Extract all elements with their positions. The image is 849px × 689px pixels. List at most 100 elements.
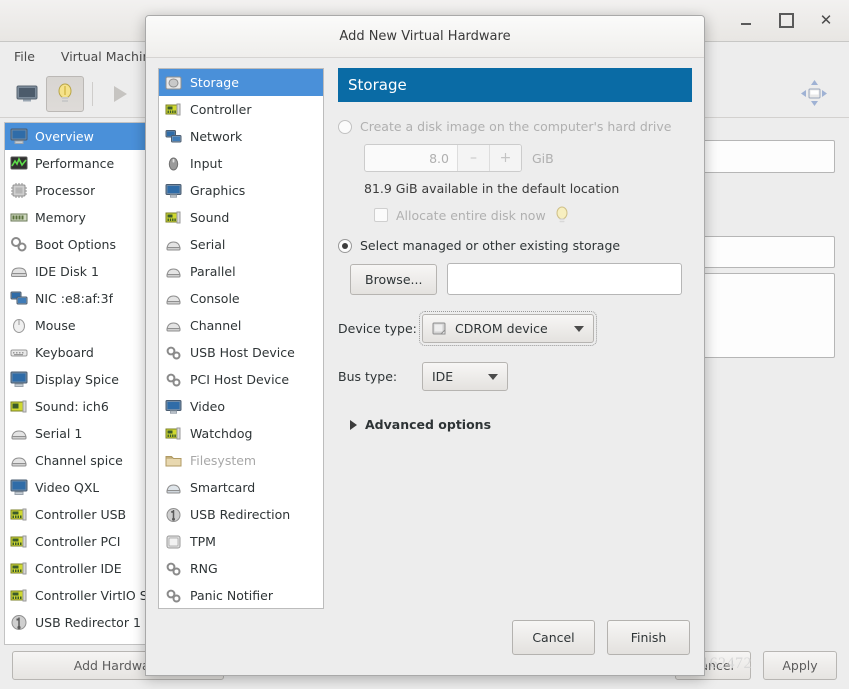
create-disk-image-option[interactable]: Create a disk image on the computer's ha… [338,119,692,134]
disk-size-decrement-button[interactable]: – [457,145,489,171]
advanced-options-label: Advanced options [365,417,492,432]
device-item-sound[interactable]: Sound [159,204,323,231]
allocate-entire-disk-option[interactable]: Allocate entire disk now [374,206,692,224]
hardware-item-channel-spice[interactable]: Channel spice [5,447,155,474]
hard-disk-icon [10,263,28,280]
hardware-item-ide-disk-1[interactable]: IDE Disk 1 [5,258,155,285]
keyboard-icon [10,344,28,361]
advanced-options-expander[interactable]: Advanced options [350,417,692,432]
hardware-item-processor[interactable]: Processor [5,177,155,204]
hardware-item-sound[interactable]: Sound: ich6 [5,393,155,420]
available-space-label: 81.9 GiB available in the default locati… [364,181,620,196]
device-item-label: Parallel [190,264,236,279]
device-item-pci-host-device[interactable]: PCI Host Device [159,366,323,393]
maximize-button[interactable] [771,6,801,34]
monitor-icon [165,399,182,415]
device-item-console[interactable]: Console [159,285,323,312]
close-icon[interactable]: ✕ [811,6,841,34]
hardware-item-controller-ide[interactable]: Controller IDE [5,555,155,582]
hardware-item-mouse[interactable]: Mouse [5,312,155,339]
hardware-item-controller-pci[interactable]: Controller PCI [5,528,155,555]
console-view-button[interactable] [8,76,46,112]
device-item-label: Sound [190,210,230,225]
hardware-item-keyboard[interactable]: Keyboard [5,339,155,366]
device-item-graphics[interactable]: Graphics [159,177,323,204]
serial-port-icon [165,291,182,307]
chevron-right-icon [350,419,357,430]
fullscreen-move-icon[interactable] [799,78,829,108]
dialog-finish-button[interactable]: Finish [607,619,690,655]
hardware-item-label: IDE Disk 1 [35,264,99,279]
device-item-storage[interactable]: Storage [159,69,323,96]
device-item-serial[interactable]: Serial [159,231,323,258]
hardware-item-label: Channel spice [35,453,123,468]
device-item-tpm[interactable]: TPM [159,528,323,555]
device-type-value: CDROM device [455,321,548,336]
device-item-controller[interactable]: Controller [159,96,323,123]
hardware-item-controller-virtio-serial[interactable]: Controller VirtIO Serial [5,582,155,609]
hardware-item-controller-usb[interactable]: Controller USB [5,501,155,528]
play-icon [113,85,127,102]
storage-path-input[interactable] [447,263,683,295]
device-item-label: Storage [190,75,239,90]
hardware-item-usb-redirector-1[interactable]: USB Redirector 1 [5,609,155,636]
bus-type-combobox[interactable]: IDE [422,362,508,391]
gears-icon [165,561,182,577]
cpu-chip-icon [10,182,28,199]
device-item-filesystem[interactable]: Filesystem [159,447,323,474]
disk-size-increment-button[interactable]: + [489,145,521,171]
select-existing-radio[interactable] [338,238,352,253]
bus-type-value: IDE [432,369,454,384]
device-item-input[interactable]: Input [159,150,323,177]
device-item-usb-redirection[interactable]: USB Redirection [159,501,323,528]
device-item-label: USB Redirection [190,507,291,522]
device-item-network[interactable]: Network [159,123,323,150]
apply-button[interactable]: Apply [763,650,837,680]
create-disk-radio[interactable] [338,119,352,134]
hardware-item-performance[interactable]: Performance [5,150,155,177]
menu-file[interactable]: File [10,47,39,66]
device-item-watchdog[interactable]: Watchdog [159,420,323,447]
browse-button[interactable]: Browse... [350,263,438,295]
device-item-channel[interactable]: Channel [159,312,323,339]
device-item-parallel[interactable]: Parallel [159,258,323,285]
chevron-down-icon [488,373,498,380]
hardware-item-display-spice[interactable]: Display Spice [5,366,155,393]
device-item-rng[interactable]: RNG [159,555,323,582]
hardware-item-serial-1[interactable]: Serial 1 [5,420,155,447]
hardware-item-label: Serial 1 [35,426,83,441]
device-type-combobox[interactable]: CDROM device [419,311,597,346]
select-existing-storage-option[interactable]: Select managed or other existing storage [338,238,692,253]
monitor-icon [10,479,28,496]
device-item-usb-host-device[interactable]: USB Host Device [159,339,323,366]
hardware-list[interactable]: Overview Performance Processor Memory Bo… [4,122,156,645]
hardware-item-label: Memory [35,210,86,225]
tpm-chip-icon [165,534,182,550]
disk-size-value[interactable]: 8.0 [365,145,457,171]
device-item-label: Graphics [190,183,246,198]
device-item-video[interactable]: Video [159,393,323,420]
hardware-item-video-qxl[interactable]: Video QXL [5,474,155,501]
device-type-row: Device type: CDROM device [338,311,692,346]
hardware-item-overview[interactable]: Overview [5,123,155,150]
hardware-item-nic[interactable]: NIC :e8:af:3f [5,285,155,312]
hardware-item-boot-options[interactable]: Boot Options [5,231,155,258]
dialog-cancel-button[interactable]: Cancel [512,619,595,655]
run-button[interactable] [101,76,139,112]
device-item-panic-notifier[interactable]: Panic Notifier [159,582,323,608]
hardware-item-label: USB Redirector 1 [35,615,141,630]
hard-disk-icon [165,75,182,91]
monitor-icon [16,85,38,103]
device-type-list[interactable]: Storage Controller Network Input Graphic… [158,68,324,609]
allocate-disk-checkbox[interactable] [374,208,388,222]
device-item-label: USB Host Device [190,345,295,360]
device-item-smartcard[interactable]: Smartcard [159,474,323,501]
select-existing-label: Select managed or other existing storage [360,238,621,253]
hardware-item-memory[interactable]: Memory [5,204,155,231]
minimize-button[interactable] [731,6,761,34]
serial-port-icon [10,452,28,469]
mouse-icon [165,156,182,172]
disk-size-spinner[interactable]: 8.0 – + [364,144,522,172]
details-view-button[interactable] [46,75,84,112]
device-type-label: Device type: [338,321,417,336]
